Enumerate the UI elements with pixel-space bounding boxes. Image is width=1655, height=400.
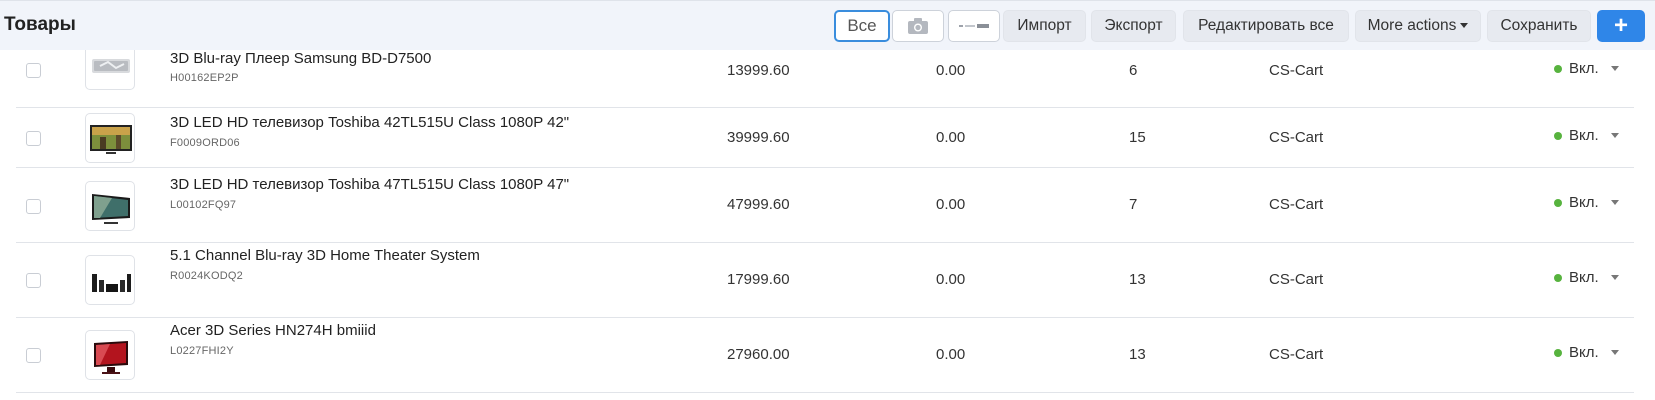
status-label: Вкл. (1569, 269, 1599, 286)
row-checkbox[interactable] (26, 199, 41, 214)
import-button[interactable]: Импорт (1003, 10, 1086, 42)
product-thumbnail[interactable] (85, 330, 135, 380)
quantity[interactable]: 7 (1129, 196, 1137, 213)
product-image (92, 194, 130, 224)
caret-down-icon (1610, 133, 1619, 138)
price[interactable]: 17999.60 (727, 271, 790, 288)
product-code: R0024KODQ2 (170, 270, 243, 282)
status-dropdown[interactable]: Вкл. (1554, 344, 1619, 361)
product-code: H00162EP2P (170, 72, 239, 84)
list-price[interactable]: 0.00 (936, 129, 965, 146)
product-thumbnail[interactable] (85, 113, 135, 163)
table-row[interactable]: 3D LED HD телевизор Toshiba 47TL515U Cla… (16, 168, 1634, 243)
product-name-link[interactable]: 3D LED HD телевизор Toshiba 42TL515U Cla… (170, 114, 569, 131)
vendor: CS-Cart (1269, 62, 1324, 79)
product-code: F0009ORD06 (170, 137, 240, 149)
camera-icon (908, 18, 928, 34)
list-price[interactable]: 0.00 (936, 62, 965, 79)
quantity[interactable]: 13 (1129, 271, 1146, 288)
row-checkbox[interactable] (26, 131, 41, 146)
product-name-link[interactable]: Acer 3D Series HN274H bmiiid (170, 322, 376, 339)
status-label: Вкл. (1569, 60, 1599, 77)
row-checkbox[interactable] (26, 273, 41, 288)
edit-all-button[interactable]: Редактировать все (1183, 10, 1349, 42)
product-name-link[interactable]: 3D Blu-ray Плеер Samsung BD-D7500 (170, 50, 431, 67)
product-name-link[interactable]: 5.1 Channel Blu-ray 3D Home Theater Syst… (170, 247, 480, 264)
status-dropdown[interactable]: Вкл. (1554, 60, 1619, 77)
vendor: CS-Cart (1269, 196, 1324, 213)
status-dot-icon (1554, 273, 1562, 282)
row-checkbox[interactable] (26, 348, 41, 363)
compact-view-button[interactable] (948, 10, 1000, 42)
status-dot-icon (1554, 198, 1562, 207)
product-code: L0227FHI2Y (170, 345, 234, 357)
caret-down-icon (1610, 200, 1619, 205)
status-dot-icon (1554, 64, 1562, 73)
add-product-button[interactable]: + (1597, 10, 1645, 42)
product-thumbnail[interactable] (85, 255, 135, 305)
save-button[interactable]: Сохранить (1487, 10, 1591, 42)
product-image (90, 125, 132, 154)
product-image (92, 274, 131, 292)
quantity[interactable]: 6 (1129, 62, 1137, 79)
row-checkbox[interactable] (26, 63, 41, 78)
image-view-button[interactable] (892, 10, 944, 42)
product-thumbnail[interactable] (85, 181, 135, 231)
product-name-link[interactable]: 3D LED HD телевизор Toshiba 47TL515U Cla… (170, 176, 569, 193)
caret-down-icon (1610, 66, 1619, 71)
caret-down-icon (1610, 350, 1619, 355)
more-actions-button[interactable]: More actions (1355, 10, 1481, 42)
list-price[interactable]: 0.00 (936, 346, 965, 363)
list-view-icon (959, 24, 989, 28)
table-row[interactable]: Acer 3D Series HN274H bmiiid L0227FHI2Y … (16, 318, 1634, 393)
status-dropdown[interactable]: Вкл. (1554, 194, 1619, 211)
more-actions-label: More actions (1367, 17, 1457, 34)
caret-down-icon (1460, 22, 1469, 28)
list-price[interactable]: 0.00 (936, 271, 965, 288)
status-dropdown[interactable]: Вкл. (1554, 127, 1619, 144)
quantity[interactable]: 13 (1129, 346, 1146, 363)
quantity[interactable]: 15 (1129, 129, 1146, 146)
status-dot-icon (1554, 131, 1562, 140)
price[interactable]: 47999.60 (727, 196, 790, 213)
product-image (94, 341, 128, 374)
vendor: CS-Cart (1269, 271, 1324, 288)
export-button[interactable]: Экспорт (1091, 10, 1176, 42)
status-label: Вкл. (1569, 194, 1599, 211)
list-price[interactable]: 0.00 (936, 196, 965, 213)
table-row[interactable]: 5.1 Channel Blu-ray 3D Home Theater Syst… (16, 243, 1634, 318)
price[interactable]: 39999.60 (727, 129, 790, 146)
caret-down-icon (1610, 275, 1619, 280)
status-dropdown[interactable]: Вкл. (1554, 269, 1619, 286)
price[interactable]: 27960.00 (727, 346, 790, 363)
table-row[interactable]: 3D Blu-ray Плеер Samsung BD-D7500 H00162… (16, 40, 1634, 108)
vendor: CS-Cart (1269, 129, 1324, 146)
table-row[interactable]: 3D LED HD телевизор Toshiba 42TL515U Cla… (16, 108, 1634, 168)
toolbar: Товары Все Импорт Экспорт Редактировать … (0, 0, 1655, 50)
page-title: Товары (4, 14, 76, 35)
price[interactable]: 13999.60 (727, 62, 790, 79)
product-code: L00102FQ97 (170, 199, 237, 211)
status-label: Вкл. (1569, 344, 1599, 361)
status-dot-icon (1554, 348, 1562, 357)
vendor: CS-Cart (1269, 346, 1324, 363)
filter-all-button[interactable]: Все (834, 10, 890, 42)
status-label: Вкл. (1569, 127, 1599, 144)
